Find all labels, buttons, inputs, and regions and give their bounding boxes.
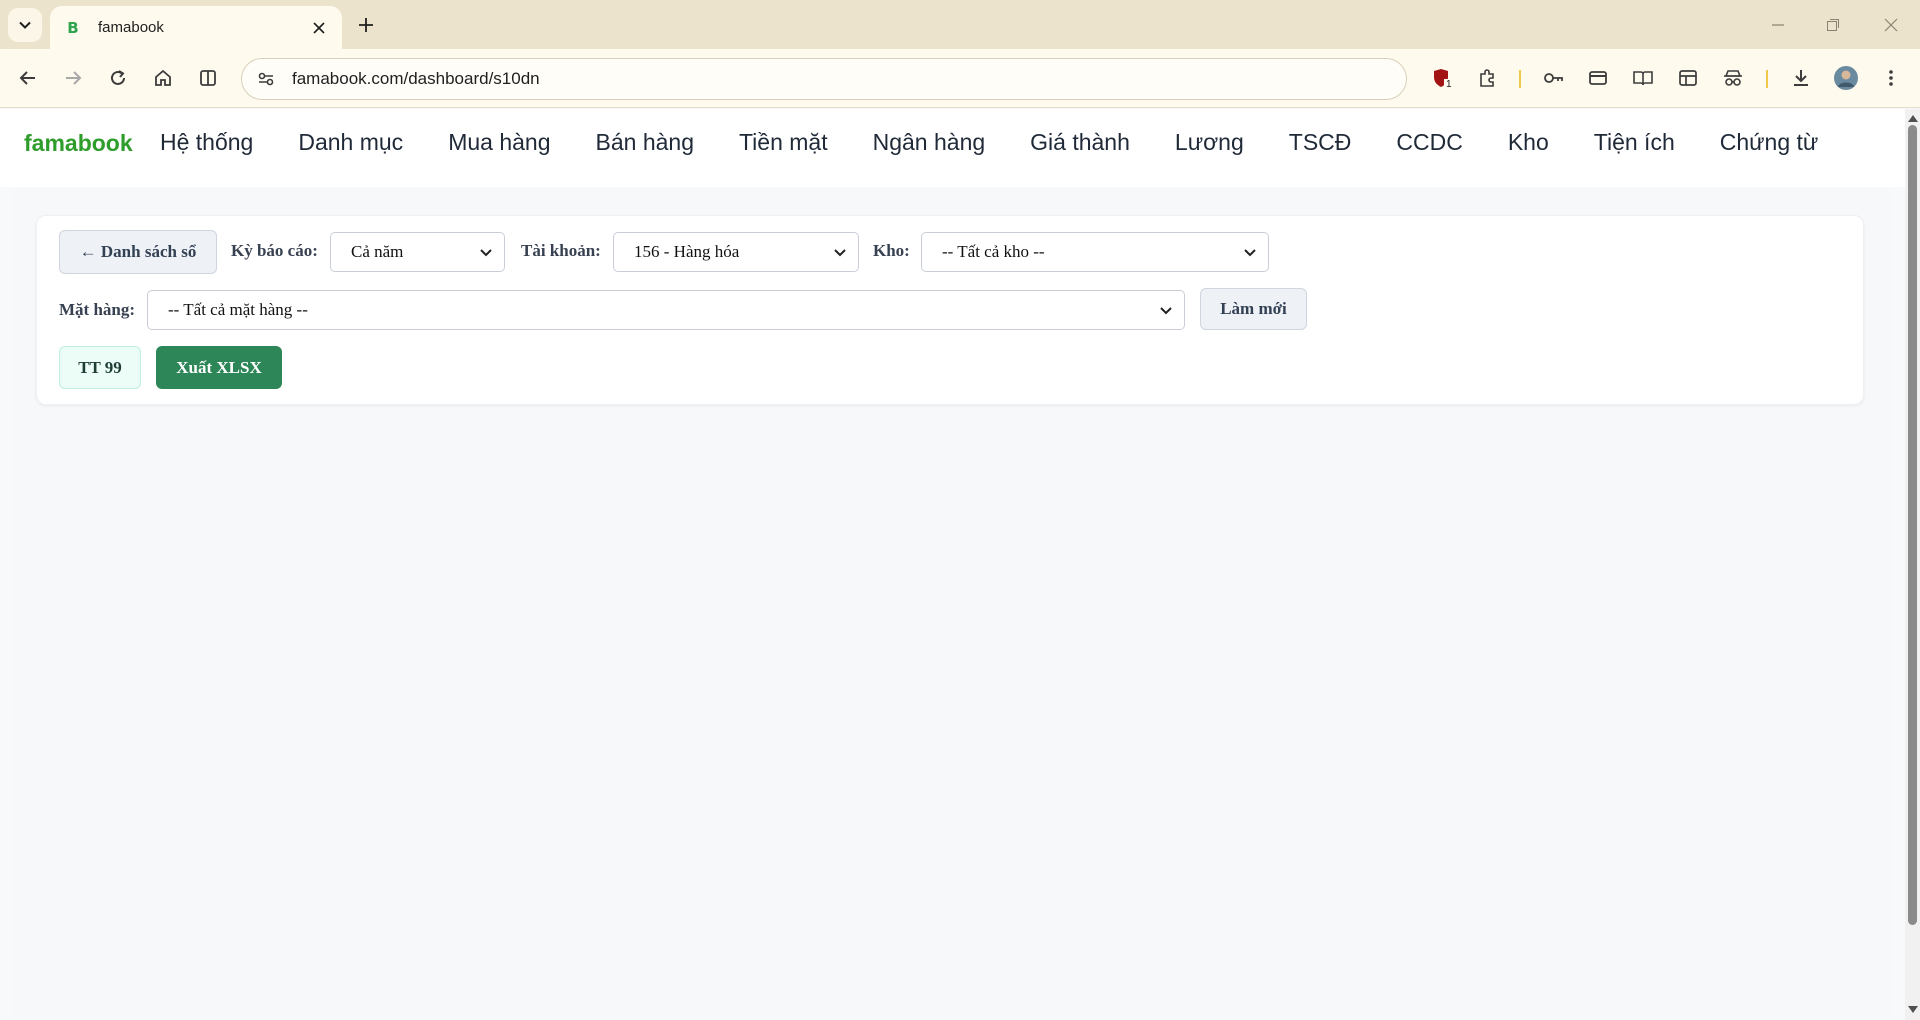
shield-extension-icon[interactable]: 1	[1425, 62, 1457, 94]
new-tab-icon[interactable]	[353, 12, 379, 38]
browser-toolbar: famabook.com/dashboard/s10dn 1	[0, 49, 1920, 108]
page-viewport: famabook Hệ thống Danh mục Mua hàng Bán hàn…	[0, 109, 1905, 1020]
export-xlsx-button[interactable]: Xuất XLSX	[156, 346, 282, 389]
site-info-icon[interactable]	[254, 67, 278, 91]
extensions-puzzle-icon[interactable]	[1471, 62, 1503, 94]
warehouse-select[interactable]: -- Tất cả kho --	[921, 232, 1269, 272]
password-key-icon[interactable]	[1537, 62, 1569, 94]
top-navigation: famabook Hệ thống Danh mục Mua hàng Bán hàn…	[0, 109, 1905, 187]
nav-item-12[interactable]: Chứng từ	[1720, 129, 1819, 156]
reload-icon[interactable]	[102, 62, 134, 94]
tt99-button[interactable]: TT 99	[59, 346, 141, 389]
page-scrollbar[interactable]	[1905, 109, 1920, 1020]
warehouse-select-value: -- Tất cả kho --	[942, 242, 1045, 261]
minimize-icon[interactable]	[1763, 10, 1793, 40]
address-bar[interactable]: famabook.com/dashboard/s10dn	[241, 58, 1407, 100]
item-label: Mặt hàng:	[59, 300, 136, 319]
scrollbar-thumb[interactable]	[1908, 125, 1917, 925]
main-menu: Hệ thống Danh mục Mua hàng Bán hàng Tiền mặt…	[160, 129, 1863, 156]
url-text: famabook.com/dashboard/s10dn	[292, 69, 540, 88]
filter-card: ← Danh sách sổ Kỳ báo cáo: Cả năm Tài kh…	[36, 215, 1864, 405]
incognito-icon[interactable]	[1717, 62, 1749, 94]
chevron-down-icon	[1160, 307, 1172, 315]
item-select-value: -- Tất cả mặt hàng --	[168, 300, 308, 319]
nav-item-0[interactable]: Hệ thống	[160, 129, 253, 156]
nav-item-9[interactable]: CCDC	[1396, 129, 1462, 156]
table-grid-icon[interactable]	[1672, 62, 1704, 94]
period-select-value: Cả năm	[351, 242, 404, 261]
nav-item-8[interactable]: TSCĐ	[1289, 129, 1352, 156]
forward-arrow-icon[interactable]	[57, 62, 89, 94]
nav-item-2[interactable]: Mua hàng	[448, 129, 550, 156]
brand-logo[interactable]: famabook	[24, 130, 133, 157]
nav-item-7[interactable]: Lương	[1175, 129, 1244, 156]
browser-tab-famabook[interactable]: B famabook	[50, 6, 342, 49]
item-select[interactable]: -- Tất cả mặt hàng --	[147, 290, 1185, 330]
menu-more-icon[interactable]	[1875, 62, 1907, 94]
close-tab-icon[interactable]	[308, 17, 330, 39]
split-view-icon[interactable]	[192, 62, 224, 94]
nav-item-11[interactable]: Tiện ích	[1594, 129, 1675, 156]
main-content: ← Danh sách sổ Kỳ báo cáo: Cả năm Tài kh…	[12, 189, 1890, 1020]
nav-item-10[interactable]: Kho	[1508, 129, 1549, 156]
refresh-button[interactable]: Làm mới	[1200, 288, 1307, 330]
chevron-down-icon	[19, 21, 31, 29]
favicon-icon: B	[67, 18, 79, 37]
home-icon[interactable]	[147, 62, 179, 94]
warehouse-label: Kho:	[873, 241, 910, 260]
close-window-icon[interactable]	[1876, 10, 1906, 40]
period-label: Kỳ báo cáo:	[231, 241, 318, 260]
reading-mode-icon[interactable]	[1627, 62, 1659, 94]
account-select-value: 156 - Hàng hóa	[634, 242, 740, 261]
payment-card-icon[interactable]	[1582, 62, 1614, 94]
tab-title: famabook	[98, 19, 164, 36]
back-arrow-icon[interactable]	[12, 62, 44, 94]
scroll-up-arrow-icon[interactable]	[1907, 113, 1918, 123]
nav-item-5[interactable]: Ngân hàng	[873, 129, 986, 156]
nav-item-3[interactable]: Bán hàng	[596, 129, 694, 156]
nav-item-1[interactable]: Danh mục	[298, 129, 403, 156]
restore-icon[interactable]	[1818, 10, 1848, 40]
download-icon[interactable]	[1785, 62, 1817, 94]
tab-search-button[interactable]	[8, 8, 42, 42]
back-to-ledger-list-button[interactable]: ← Danh sách sổ	[59, 230, 217, 274]
chevron-down-icon	[480, 249, 492, 257]
tab-strip: B famabook	[0, 0, 1920, 49]
chevron-down-icon	[1244, 249, 1256, 257]
nav-item-4[interactable]: Tiền mặt	[739, 129, 828, 156]
toolbar-separator	[1766, 70, 1768, 88]
profile-avatar[interactable]	[1830, 62, 1862, 94]
scroll-down-arrow-icon[interactable]	[1907, 1005, 1918, 1015]
account-label: Tài khoản:	[521, 241, 601, 260]
extension-badge: 1	[1444, 79, 1454, 90]
account-select[interactable]: 156 - Hàng hóa	[613, 232, 859, 272]
chevron-down-icon	[834, 249, 846, 257]
nav-item-6[interactable]: Giá thành	[1030, 129, 1130, 156]
toolbar-separator	[1519, 70, 1521, 88]
period-select[interactable]: Cả năm	[330, 232, 505, 272]
